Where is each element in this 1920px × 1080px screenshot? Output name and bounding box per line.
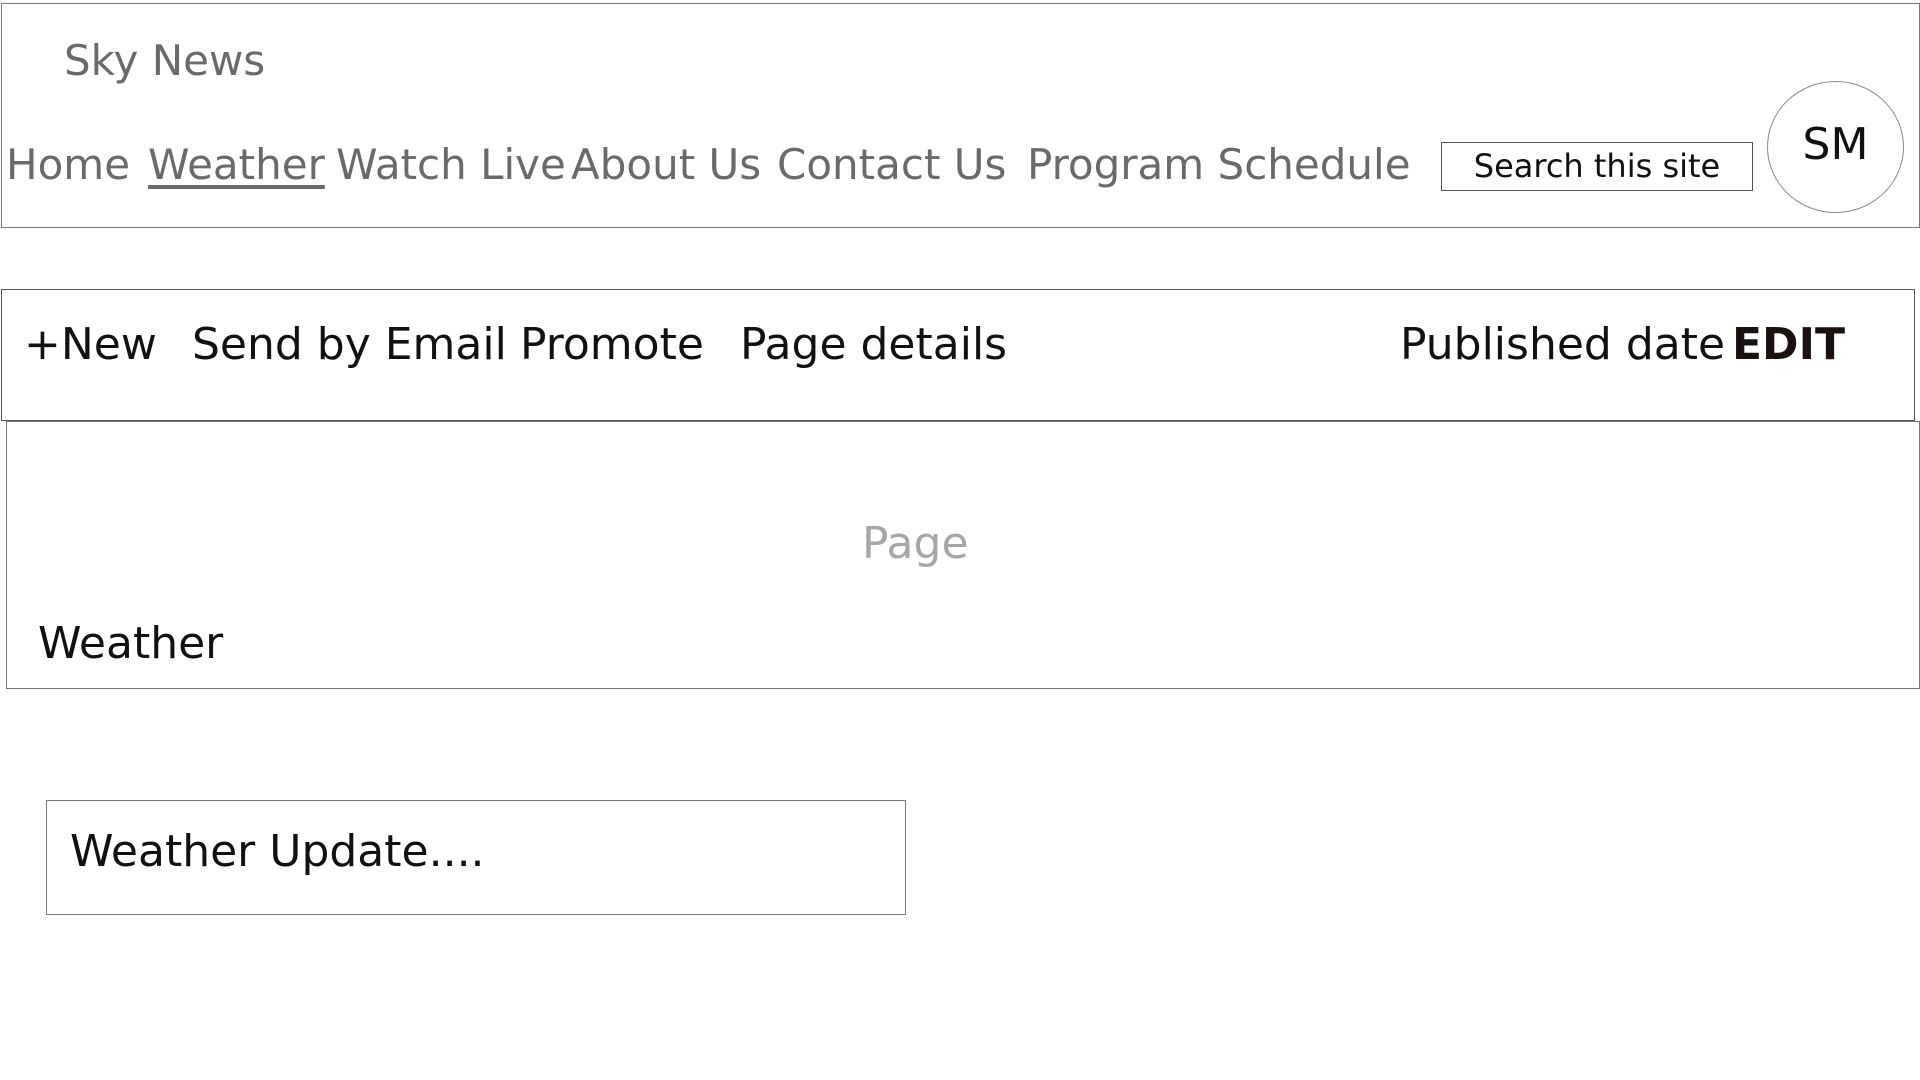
nav-item-weather[interactable]: Weather (148, 140, 325, 190)
nav-item-program-schedule[interactable]: Program Schedule (1027, 140, 1411, 190)
site-title[interactable]: Sky News (64, 36, 265, 85)
send-by-email-button[interactable]: Send by Email (192, 319, 507, 372)
user-avatar[interactable]: SM (1767, 81, 1904, 213)
new-button[interactable]: +New (24, 319, 157, 372)
page-title: Weather (38, 618, 224, 669)
edit-button[interactable]: EDIT (1732, 319, 1845, 372)
content-text: Weather Update.... (70, 826, 485, 877)
page-type-label: Page (862, 518, 969, 569)
page-details-button[interactable]: Page details (740, 319, 1007, 372)
published-date-button[interactable]: Published date (1400, 319, 1725, 372)
nav-item-about-us[interactable]: About Us (571, 140, 761, 190)
nav-item-watch-live[interactable]: Watch Live (336, 140, 566, 190)
promote-button[interactable]: Promote (520, 319, 704, 372)
nav-item-home[interactable]: Home (6, 140, 130, 190)
site-header (1, 3, 1920, 228)
nav-item-contact-us[interactable]: Contact Us (777, 140, 1006, 190)
search-input[interactable]: Search this site (1441, 142, 1753, 191)
